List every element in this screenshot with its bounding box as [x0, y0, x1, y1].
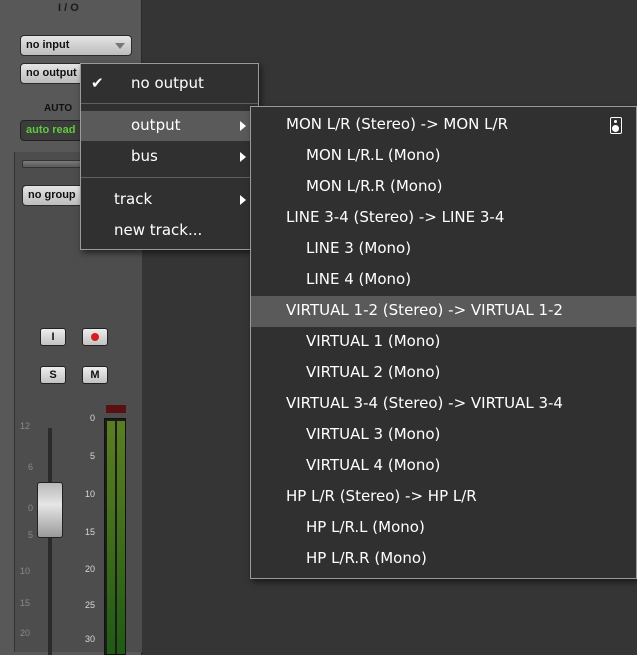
- speaker-icon: [610, 117, 622, 134]
- menu-item-label: track: [114, 190, 153, 208]
- io-section-label: I / O: [58, 2, 79, 14]
- menu-item-track[interactable]: track: [81, 184, 258, 214]
- menu-item-label: LINE 3 (Mono): [306, 239, 412, 257]
- menu-item-label: VIRTUAL 4 (Mono): [306, 456, 441, 474]
- menu-item-bus[interactable]: bus: [81, 141, 258, 171]
- menu-item-output-path[interactable]: VIRTUAL 1-2 (Stereo) -> VIRTUAL 1-2: [251, 296, 636, 327]
- record-dot-icon: [91, 333, 99, 341]
- meter-scale-label: 25: [85, 600, 96, 610]
- fader-scale-label: 12: [20, 421, 31, 431]
- chevron-down-icon: [115, 43, 125, 49]
- solo-button[interactable]: S: [40, 366, 66, 384]
- menu-item-output-path[interactable]: LINE 4 (Mono): [251, 265, 636, 296]
- menu-item-label: LINE 3-4 (Stereo) -> LINE 3-4: [286, 208, 505, 226]
- menu-item-label: HP L/R (Stereo) -> HP L/R: [286, 487, 477, 505]
- menu-item-output-path[interactable]: HP L/R.L (Mono): [251, 513, 636, 544]
- menu-item-no-output[interactable]: ✔ no output: [81, 65, 258, 102]
- menu-item-label: MON L/R.L (Mono): [306, 146, 441, 164]
- menu-item-label: VIRTUAL 3-4 (Stereo) -> VIRTUAL 3-4: [286, 394, 563, 412]
- menu-item-output-path[interactable]: MON L/R.R (Mono): [251, 172, 636, 203]
- input-selector-value: no input: [26, 39, 70, 51]
- input-selector[interactable]: no input: [20, 35, 132, 56]
- fader-scale-label: 6: [28, 462, 34, 472]
- meter-scale-label: 0: [90, 413, 96, 423]
- chevron-right-icon: [240, 152, 246, 162]
- fader-scale-label: 5: [28, 530, 34, 540]
- menu-item-new-track[interactable]: new track...: [81, 215, 258, 245]
- meter-scale-label: 20: [85, 564, 96, 574]
- volume-fader-track[interactable]: [48, 428, 52, 655]
- chevron-right-icon: [240, 121, 246, 131]
- input-monitor-button[interactable]: I: [40, 328, 66, 346]
- menu-item-label: new track...: [114, 221, 203, 239]
- menu-item-output-path[interactable]: HP L/R.R (Mono): [251, 544, 636, 575]
- menu-item-output-path[interactable]: LINE 3 (Mono): [251, 234, 636, 265]
- menu-divider: [81, 177, 258, 178]
- menu-item-label: VIRTUAL 2 (Mono): [306, 363, 441, 381]
- clip-indicator[interactable]: [106, 405, 126, 413]
- menu-item-label: VIRTUAL 1-2 (Stereo) -> VIRTUAL 1-2: [286, 301, 563, 319]
- solo-label: S: [49, 369, 57, 381]
- menu-item-label: LINE 4 (Mono): [306, 270, 412, 288]
- group-selector-value: no group: [28, 189, 76, 201]
- menu-item-output-path[interactable]: VIRTUAL 3 (Mono): [251, 420, 636, 451]
- fader-scale-label: 20: [20, 628, 31, 638]
- menu-item-output-path[interactable]: VIRTUAL 3-4 (Stereo) -> VIRTUAL 3-4: [251, 389, 636, 420]
- menu-item-output-path[interactable]: VIRTUAL 1 (Mono): [251, 327, 636, 358]
- volume-fader-handle[interactable]: [37, 482, 63, 538]
- menu-item-output-path[interactable]: MON L/R.L (Mono): [251, 141, 636, 172]
- fader-scale-label: 15: [20, 598, 31, 608]
- menu-item-output-path[interactable]: MON L/R (Stereo) -> MON L/R: [251, 110, 636, 141]
- meter-bar-right: [117, 421, 125, 654]
- mute-label: M: [90, 369, 100, 381]
- checkmark-icon: ✔: [91, 74, 104, 92]
- menu-item-label: VIRTUAL 1 (Mono): [306, 332, 441, 350]
- menu-item-output-path[interactable]: HP L/R (Stereo) -> HP L/R: [251, 482, 636, 513]
- menu-item-output[interactable]: output: [81, 111, 258, 141]
- menu-item-output-path[interactable]: VIRTUAL 4 (Mono): [251, 451, 636, 482]
- menu-item-output-path[interactable]: VIRTUAL 2 (Mono): [251, 358, 636, 389]
- menu-item-label: MON L/R.R (Mono): [306, 177, 443, 195]
- mute-button[interactable]: M: [82, 366, 108, 384]
- fader-scale-label: 0: [28, 503, 34, 513]
- menu-item-label: output: [131, 116, 181, 134]
- record-arm-button[interactable]: [82, 328, 108, 346]
- menu-item-label: HP L/R.L (Mono): [306, 518, 425, 536]
- menu-item-output-path[interactable]: LINE 3-4 (Stereo) -> LINE 3-4: [251, 203, 636, 234]
- meter-scale-label: 15: [85, 527, 96, 537]
- automation-mode-value: auto read: [26, 124, 76, 136]
- level-meter: [104, 405, 126, 655]
- chevron-right-icon: [240, 195, 246, 205]
- output-selector-value: no output: [26, 67, 77, 79]
- input-monitor-label: I: [51, 331, 55, 343]
- meter-scale-label: 10: [85, 489, 96, 499]
- meter-scale-label: 30: [85, 634, 96, 644]
- menu-item-label: bus: [131, 147, 158, 165]
- meter-scale-label: 5: [90, 451, 96, 461]
- menu-item-label: no output: [131, 74, 204, 92]
- menu-item-label: MON L/R (Stereo) -> MON L/R: [286, 115, 509, 133]
- menu-divider: [81, 103, 258, 104]
- meter-bar-left: [107, 421, 115, 654]
- automation-label: AUTO: [44, 103, 73, 114]
- menu-item-label: VIRTUAL 3 (Mono): [306, 425, 441, 443]
- output-submenu: MON L/R (Stereo) -> MON L/R MON L/R.L (M…: [250, 106, 637, 579]
- menu-item-label: HP L/R.R (Mono): [306, 549, 427, 567]
- fader-scale-label: 10: [20, 566, 31, 576]
- output-menu: ✔ no output output bus track new track..…: [80, 63, 259, 250]
